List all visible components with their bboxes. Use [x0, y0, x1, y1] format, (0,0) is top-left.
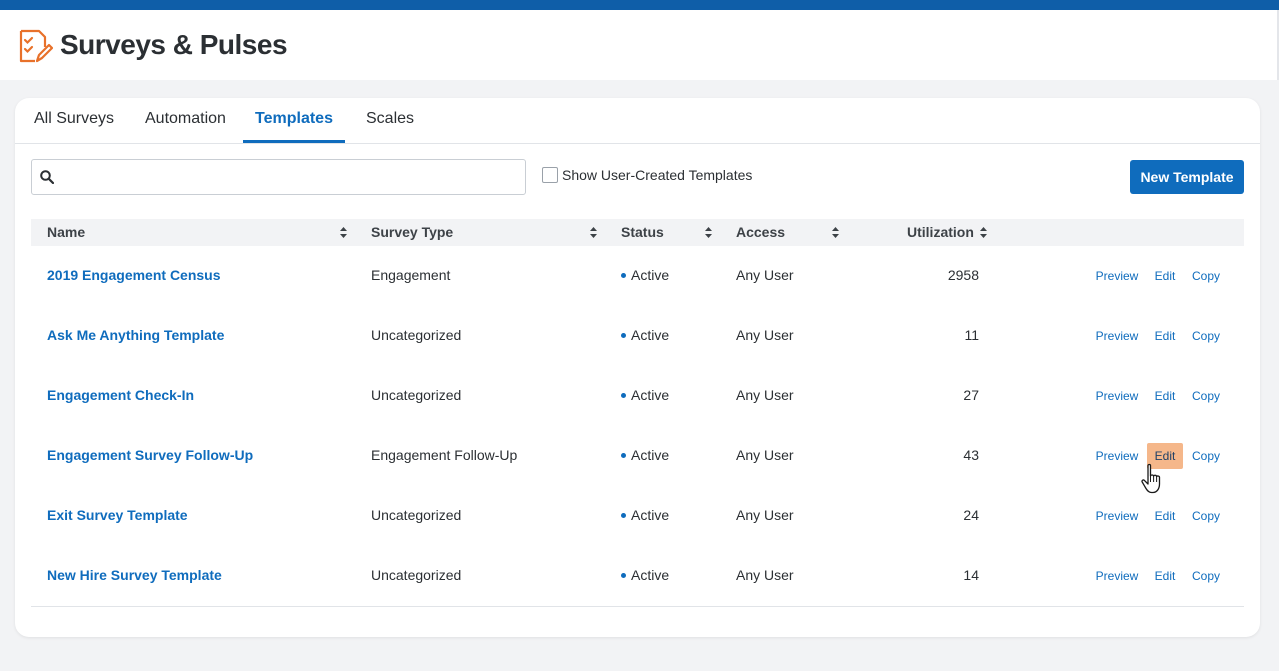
access-cell: Any User	[736, 567, 794, 583]
copy-link[interactable]: Copy	[1188, 323, 1224, 349]
access-cell: Any User	[736, 447, 794, 463]
survey-type-cell: Engagement Follow-Up	[371, 447, 518, 463]
status-text: Active	[631, 567, 670, 583]
copy-link[interactable]: Copy	[1188, 383, 1224, 409]
search-input[interactable]	[62, 161, 521, 193]
app-header: Surveys & Pulses	[0, 10, 1279, 80]
preview-link[interactable]: Preview	[1093, 503, 1141, 529]
edit-link[interactable]: Edit	[1147, 443, 1183, 469]
preview-link[interactable]: Preview	[1093, 563, 1141, 589]
column-header-name[interactable]: Name	[47, 219, 85, 246]
copy-link[interactable]: Copy	[1188, 503, 1224, 529]
tab-scales[interactable]: Scales	[366, 98, 414, 143]
edit-link[interactable]: Edit	[1147, 503, 1183, 529]
sort-icon[interactable]	[590, 227, 597, 238]
utilization-cell: 14	[963, 567, 979, 583]
column-header-access[interactable]: Access	[736, 219, 785, 246]
preview-link[interactable]: Preview	[1093, 263, 1141, 289]
tab-all-surveys[interactable]: All Surveys	[34, 98, 114, 143]
table-row: Exit Survey Template Uncategorized Activ…	[31, 486, 1244, 547]
tab-automation[interactable]: Automation	[145, 98, 226, 143]
column-header-survey-type[interactable]: Survey Type	[371, 219, 453, 246]
show-user-created-checkbox[interactable]	[542, 167, 558, 183]
table-header: Name Survey Type Status Access Utilizati…	[31, 219, 1244, 246]
edit-link[interactable]: Edit	[1147, 263, 1183, 289]
utilization-cell: 2958	[947, 267, 979, 283]
status-text: Active	[631, 327, 670, 343]
show-user-created-label: Show User-Created Templates	[562, 167, 753, 183]
survey-type-cell: Engagement	[371, 267, 451, 283]
status-text: Active	[631, 447, 670, 463]
status-dot-icon	[621, 332, 626, 338]
survey-clipboard-icon	[19, 29, 53, 63]
top-accent-bar	[0, 0, 1279, 10]
copy-link[interactable]: Copy	[1188, 263, 1224, 289]
template-name-link[interactable]: New Hire Survey Template	[47, 546, 222, 606]
preview-link[interactable]: Preview	[1093, 323, 1141, 349]
sort-icon[interactable]	[705, 227, 712, 238]
template-name-link[interactable]: Engagement Survey Follow-Up	[47, 426, 253, 486]
status-dot-icon	[621, 572, 626, 578]
templates-card: All Surveys Automation Templates Scales …	[15, 98, 1260, 637]
template-name-link[interactable]: Ask Me Anything Template	[47, 306, 224, 366]
preview-link[interactable]: Preview	[1093, 383, 1141, 409]
tab-templates[interactable]: Templates	[243, 98, 345, 143]
utilization-cell: 43	[963, 447, 979, 463]
survey-type-cell: Uncategorized	[371, 507, 462, 523]
tab-bar: All Surveys Automation Templates Scales	[15, 98, 1260, 144]
column-header-utilization[interactable]: Utilization	[907, 219, 974, 246]
status-cell: Active	[621, 546, 669, 606]
table-row: Engagement Survey Follow-Up Engagement F…	[31, 426, 1244, 487]
sort-icon[interactable]	[832, 227, 839, 238]
status-cell: Active	[621, 426, 669, 486]
access-cell: Any User	[736, 507, 794, 523]
status-dot-icon	[621, 272, 626, 278]
status-cell: Active	[621, 306, 669, 366]
page-title: Surveys & Pulses	[60, 29, 288, 60]
table-row: Engagement Check-In Uncategorized Active…	[31, 366, 1244, 427]
status-dot-icon	[621, 392, 626, 398]
template-name-link[interactable]: Engagement Check-In	[47, 366, 194, 426]
utilization-cell: 11	[964, 327, 979, 343]
sort-icon[interactable]	[980, 227, 987, 238]
preview-link[interactable]: Preview	[1093, 443, 1141, 469]
status-cell: Active	[621, 246, 669, 306]
search-icon	[40, 170, 54, 184]
search-box	[31, 159, 526, 195]
table-row: New Hire Survey Template Uncategorized A…	[31, 546, 1244, 607]
edit-link[interactable]: Edit	[1147, 563, 1183, 589]
utilization-cell: 24	[963, 507, 979, 523]
table-row: 2019 Engagement Census Engagement Active…	[31, 246, 1244, 307]
sort-icon[interactable]	[340, 227, 347, 238]
survey-type-cell: Uncategorized	[371, 327, 462, 343]
status-dot-icon	[621, 512, 626, 518]
status-cell: Active	[621, 366, 669, 426]
status-dot-icon	[621, 452, 626, 458]
template-name-link[interactable]: 2019 Engagement Census	[47, 246, 221, 306]
copy-link[interactable]: Copy	[1188, 563, 1224, 589]
status-text: Active	[631, 267, 670, 283]
status-text: Active	[631, 507, 670, 523]
edit-link[interactable]: Edit	[1147, 383, 1183, 409]
table-row: Ask Me Anything Template Uncategorized A…	[31, 306, 1244, 367]
new-template-button[interactable]: New Template	[1130, 160, 1244, 194]
edit-link[interactable]: Edit	[1147, 323, 1183, 349]
access-cell: Any User	[736, 387, 794, 403]
utilization-cell: 27	[963, 387, 979, 403]
status-text: Active	[631, 387, 670, 403]
survey-type-cell: Uncategorized	[371, 387, 462, 403]
column-header-status[interactable]: Status	[621, 219, 664, 246]
survey-type-cell: Uncategorized	[371, 567, 462, 583]
copy-link[interactable]: Copy	[1188, 443, 1224, 469]
access-cell: Any User	[736, 327, 794, 343]
access-cell: Any User	[736, 267, 794, 283]
template-name-link[interactable]: Exit Survey Template	[47, 486, 188, 546]
status-cell: Active	[621, 486, 669, 546]
